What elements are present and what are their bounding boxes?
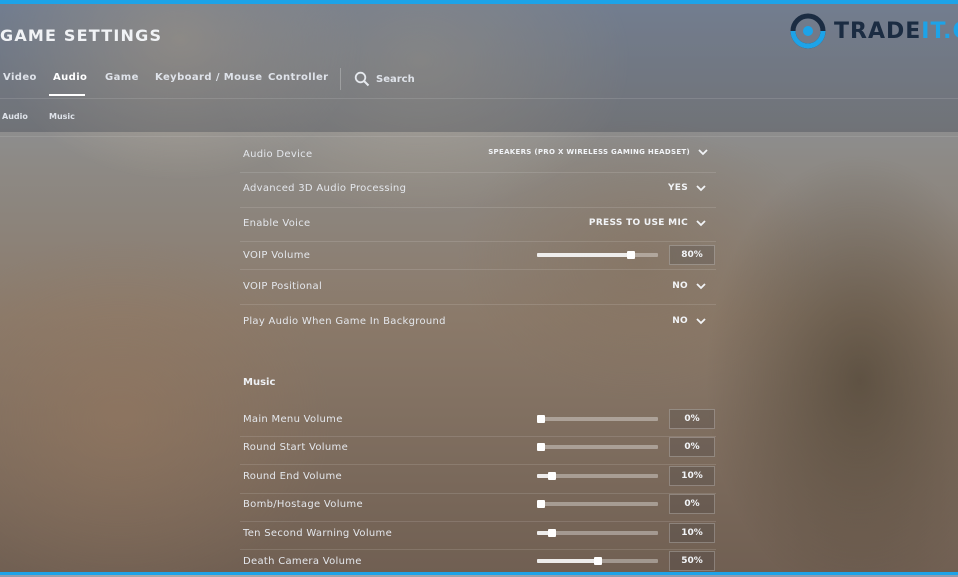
music-row-ten-second-warning: Ten Second Warning Volume 10% xyxy=(240,521,716,550)
dropdown-value: PRESS TO USE MIC xyxy=(588,218,688,228)
setting-label: Bomb/Hostage Volume xyxy=(243,499,363,510)
slider-fill xyxy=(537,253,631,257)
slider-handle[interactable] xyxy=(594,557,602,565)
death-camera-volume-value[interactable]: 50% xyxy=(669,551,715,571)
ten-second-warning-volume-slider[interactable] xyxy=(537,529,658,537)
voip-volume-slider[interactable] xyxy=(537,251,658,259)
setting-label: Ten Second Warning Volume xyxy=(243,528,393,539)
chevron-down-icon xyxy=(696,318,706,325)
round-start-volume-value[interactable]: 0% xyxy=(669,437,715,457)
music-row-main-menu: Main Menu Volume 0% xyxy=(240,408,716,437)
active-tab-indicator xyxy=(49,94,85,96)
search-icon xyxy=(354,71,370,87)
dropdown-value: NO xyxy=(672,316,688,326)
tab-controller[interactable]: Controller xyxy=(268,72,328,83)
main-menu-volume-value[interactable]: 0% xyxy=(669,409,715,429)
audio-device-dropdown[interactable]: SPEAKERS (PRO X WIRELESS GAMING HEADSET) xyxy=(488,148,708,156)
round-end-volume-slider[interactable] xyxy=(537,472,658,480)
tab-game[interactable]: Game xyxy=(105,72,139,83)
voip-volume-value[interactable]: 80% xyxy=(669,245,715,265)
setting-label: Round End Volume xyxy=(243,471,342,482)
setting-label: Main Menu Volume xyxy=(243,414,343,425)
slider-handle[interactable] xyxy=(537,415,545,423)
setting-label: Play Audio When Game In Background xyxy=(243,316,446,327)
music-row-bomb-hostage: Bomb/Hostage Volume 0% xyxy=(240,493,716,522)
tab-keyboard-mouse[interactable]: Keyboard / Mouse xyxy=(155,72,262,83)
subtab-audio[interactable]: Audio xyxy=(2,112,28,121)
setting-label: Enable Voice xyxy=(243,218,311,229)
tradeit-logo-icon xyxy=(790,13,826,49)
search-label: Search xyxy=(376,73,415,85)
settings-header: GAME SETTINGS TRADEIT.G Video Audio Game… xyxy=(0,4,958,137)
subtab-music[interactable]: Music xyxy=(49,112,75,121)
main-menu-volume-slider[interactable] xyxy=(537,415,658,423)
music-row-round-start: Round Start Volume 0% xyxy=(240,436,716,465)
setting-label: Death Camera Volume xyxy=(243,556,362,567)
bomb-hostage-volume-value[interactable]: 0% xyxy=(669,494,715,514)
slider-handle[interactable] xyxy=(537,443,545,451)
enable-voice-dropdown[interactable]: PRESS TO USE MIC xyxy=(589,218,706,228)
setting-label: Audio Device xyxy=(243,149,313,160)
setting-label: VOIP Volume xyxy=(243,250,311,261)
tab-divider xyxy=(340,68,341,90)
setting-row-voip-volume: VOIP Volume 80% xyxy=(240,241,716,270)
slider-handle[interactable] xyxy=(537,500,545,508)
setting-row-enable-voice: Enable Voice PRESS TO USE MIC xyxy=(240,207,716,242)
slider-handle[interactable] xyxy=(548,472,556,480)
chevron-down-icon xyxy=(696,283,706,290)
bomb-hostage-volume-slider[interactable] xyxy=(537,500,658,508)
page-title: GAME SETTINGS xyxy=(0,26,163,45)
slider-handle[interactable] xyxy=(627,251,635,259)
setting-label: Round Start Volume xyxy=(243,442,349,453)
setting-row-advanced-3d-audio: Advanced 3D Audio Processing YES xyxy=(240,172,716,208)
slider-fill xyxy=(537,559,598,563)
music-section-title: Music xyxy=(243,377,276,388)
dropdown-value: NO xyxy=(672,281,688,291)
round-end-volume-value[interactable]: 10% xyxy=(669,466,715,486)
setting-row-voip-positional: VOIP Positional NO xyxy=(240,269,716,305)
search-button[interactable]: Search xyxy=(354,71,415,87)
voip-positional-dropdown[interactable]: NO xyxy=(672,281,706,291)
sub-tab-bar: Audio Music xyxy=(0,100,958,137)
play-audio-background-dropdown[interactable]: NO xyxy=(672,316,706,326)
tradeit-logo: TRADEIT.G xyxy=(788,11,958,51)
tab-video[interactable]: Video xyxy=(3,72,37,83)
music-row-round-end: Round End Volume 10% xyxy=(240,464,716,494)
tab-audio[interactable]: Audio xyxy=(53,72,87,83)
setting-row-play-audio-background: Play Audio When Game In Background NO xyxy=(240,304,716,338)
ten-second-warning-volume-value[interactable]: 10% xyxy=(669,523,715,543)
chevron-down-icon xyxy=(698,149,708,156)
dropdown-value: YES xyxy=(667,183,688,193)
death-camera-volume-slider[interactable] xyxy=(537,557,658,565)
slider-handle[interactable] xyxy=(548,529,556,537)
dropdown-value: SPEAKERS (PRO X WIRELESS GAMING HEADSET) xyxy=(488,148,690,156)
setting-row-audio-device: Audio Device SPEAKERS (PRO X WIRELESS GA… xyxy=(240,138,716,173)
main-tab-bar: Video Audio Game Keyboard / Mouse Contro… xyxy=(0,62,958,99)
chevron-down-icon xyxy=(696,220,706,227)
chevron-down-icon xyxy=(696,185,706,192)
setting-label: Advanced 3D Audio Processing xyxy=(243,183,407,194)
advanced-3d-audio-dropdown[interactable]: YES xyxy=(668,183,706,193)
setting-label: VOIP Positional xyxy=(243,281,323,292)
round-start-volume-slider[interactable] xyxy=(537,443,658,451)
